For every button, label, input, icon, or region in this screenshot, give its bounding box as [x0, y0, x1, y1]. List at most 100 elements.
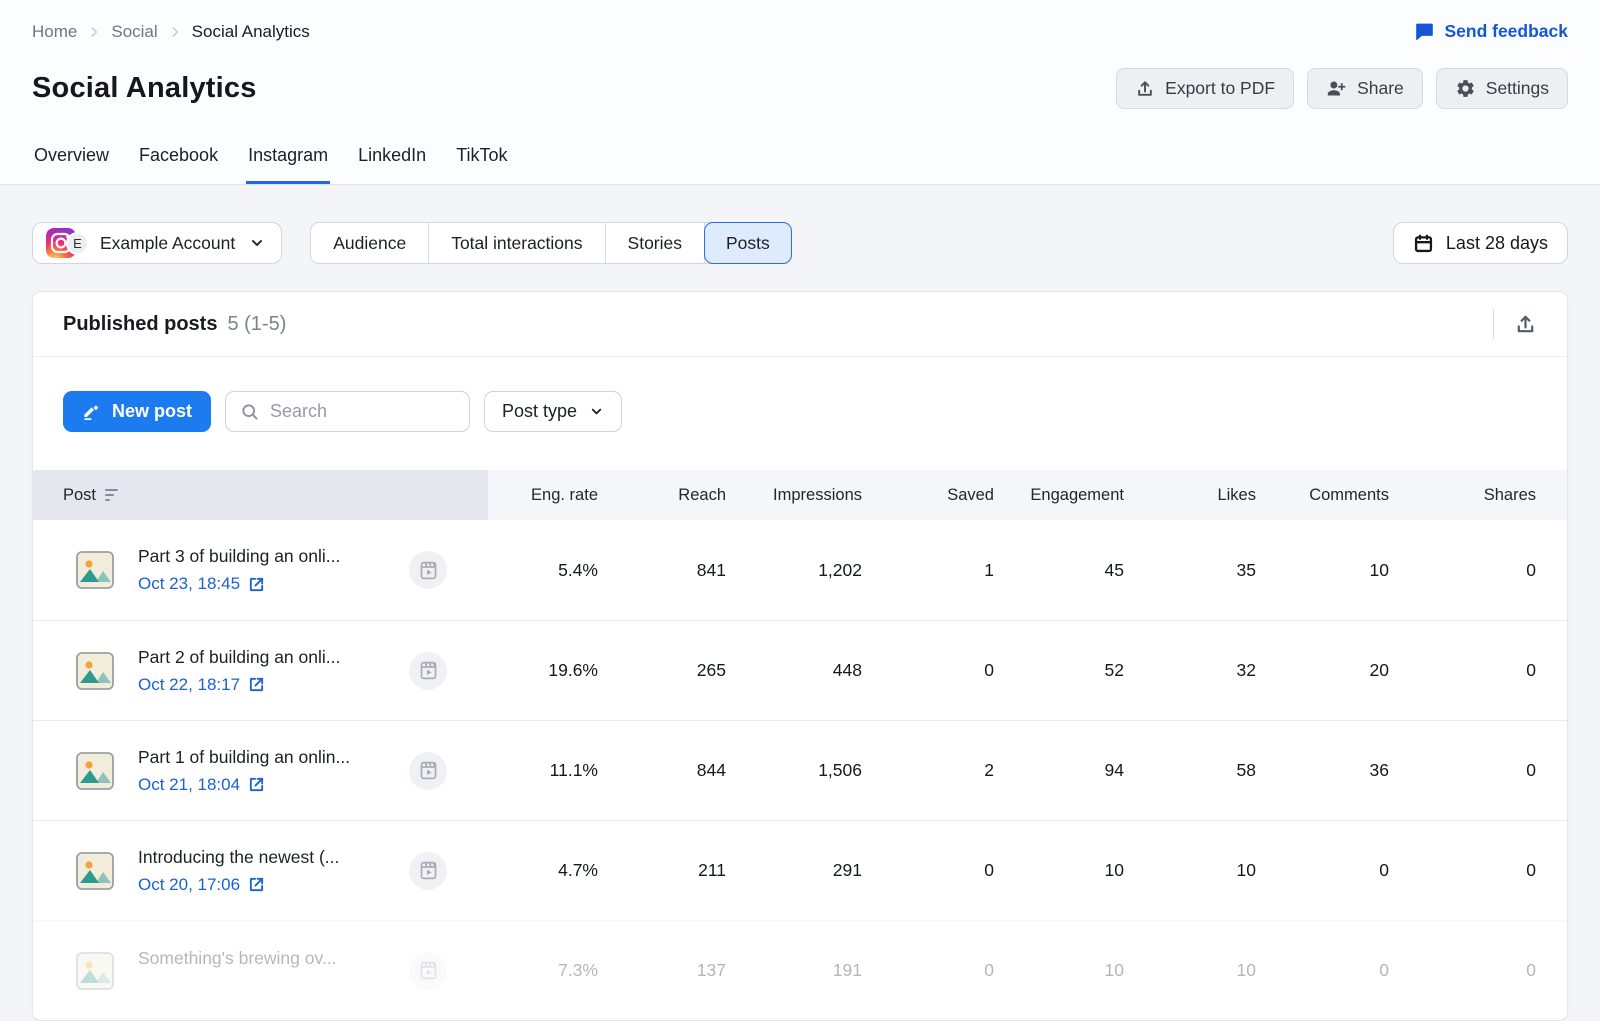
- post-title-link[interactable]: Introducing the newest (...: [138, 847, 339, 867]
- column-header-likes[interactable]: Likes: [1124, 486, 1256, 505]
- post-text-block: Part 3 of building an onli... Oct 23, 18…: [138, 546, 401, 594]
- post-thumbnail-image-icon: [76, 952, 114, 990]
- cell-likes: 10: [1124, 960, 1256, 981]
- table-row[interactable]: Part 3 of building an onli... Oct 23, 18…: [33, 520, 1567, 620]
- posts-table-body: Part 3 of building an onli... Oct 23, 18…: [33, 520, 1567, 1020]
- breadcrumb-current: Social Analytics: [192, 22, 310, 42]
- cell-reach: 265: [598, 660, 726, 681]
- column-header-engagement[interactable]: Engagement: [994, 486, 1124, 505]
- new-post-button[interactable]: New post: [63, 391, 211, 432]
- post-date-link[interactable]: Oct 23, 18:45: [138, 574, 401, 594]
- post-thumbnail-image-icon: [76, 852, 114, 890]
- post-type-dropdown[interactable]: Post type: [484, 391, 622, 432]
- column-header-comments[interactable]: Comments: [1256, 486, 1389, 505]
- segment-stories[interactable]: Stories: [606, 223, 705, 263]
- reel-type-icon: [409, 852, 447, 890]
- table-row[interactable]: Something's brewing ov... 7.3% 137 191 0…: [33, 920, 1567, 1020]
- table-row[interactable]: Introducing the newest (... Oct 20, 17:0…: [33, 820, 1567, 920]
- cell-saved: 1: [862, 560, 994, 581]
- cell-likes: 58: [1124, 760, 1256, 781]
- external-link-icon: [248, 576, 265, 593]
- post-date-label: Oct 22, 18:17: [138, 675, 240, 695]
- card-count: 5 (1-5): [227, 313, 286, 336]
- share-label: Share: [1357, 78, 1404, 99]
- share-button[interactable]: Share: [1307, 68, 1423, 109]
- post-date-label: Oct 23, 18:45: [138, 574, 240, 594]
- external-link-icon: [248, 776, 265, 793]
- reel-type-icon: [409, 752, 447, 790]
- search-icon: [240, 402, 259, 421]
- post-title-link[interactable]: Part 2 of building an onli...: [138, 647, 340, 667]
- tab-facebook[interactable]: Facebook: [137, 145, 220, 184]
- column-header-saved[interactable]: Saved: [862, 486, 994, 505]
- post-thumbnail-image-icon: [76, 551, 114, 589]
- account-avatar-badge: E: [66, 232, 89, 255]
- cell-engagement: 45: [994, 560, 1124, 581]
- sort-descending-icon: [105, 489, 118, 502]
- segment-audience[interactable]: Audience: [311, 223, 429, 263]
- post-title-link[interactable]: Part 3 of building an onli...: [138, 546, 340, 566]
- date-range-label: Last 28 days: [1446, 233, 1548, 254]
- table-row[interactable]: Part 1 of building an onlin... Oct 21, 1…: [33, 720, 1567, 820]
- segment-total-interactions[interactable]: Total interactions: [429, 223, 605, 263]
- settings-button[interactable]: Settings: [1436, 68, 1568, 109]
- account-selector[interactable]: E Example Account: [32, 222, 282, 264]
- gear-icon: [1455, 78, 1476, 99]
- post-date-link[interactable]: Oct 22, 18:17: [138, 675, 401, 695]
- person-add-icon: [1326, 78, 1347, 99]
- post-text-block: Part 2 of building an onli... Oct 22, 18…: [138, 647, 401, 695]
- column-header-eng-rate[interactable]: Eng. rate: [488, 486, 598, 505]
- post-type-label: Post type: [502, 401, 577, 422]
- reel-type-icon: [409, 652, 447, 690]
- column-header-reach[interactable]: Reach: [598, 486, 726, 505]
- channel-tabs: Overview Facebook Instagram LinkedIn Tik…: [32, 145, 1568, 184]
- cell-shares: 0: [1389, 760, 1567, 781]
- account-name: Example Account: [100, 233, 235, 254]
- cell-eng-rate: 19.6%: [488, 660, 598, 681]
- cell-impressions: 1,202: [726, 560, 862, 581]
- cell-likes: 10: [1124, 860, 1256, 881]
- table-row[interactable]: Part 2 of building an onli... Oct 22, 18…: [33, 620, 1567, 720]
- column-header-shares[interactable]: Shares: [1389, 486, 1567, 505]
- tab-linkedin[interactable]: LinkedIn: [356, 145, 428, 184]
- date-range-button[interactable]: Last 28 days: [1393, 222, 1568, 264]
- cell-saved: 0: [862, 860, 994, 881]
- reel-type-icon: [409, 551, 447, 589]
- tab-tiktok[interactable]: TikTok: [454, 145, 509, 184]
- cell-likes: 32: [1124, 660, 1256, 681]
- breadcrumb-social[interactable]: Social: [111, 22, 157, 42]
- post-date-link[interactable]: Oct 20, 17:06: [138, 875, 401, 895]
- export-to-pdf-button[interactable]: Export to PDF: [1116, 68, 1294, 109]
- export-icon[interactable]: [1514, 313, 1537, 336]
- table-header: Post Eng. rate Reach Impressions Saved E…: [33, 470, 1567, 520]
- cell-saved: 0: [862, 960, 994, 981]
- post-date-label: Oct 21, 18:04: [138, 775, 240, 795]
- tab-instagram[interactable]: Instagram: [246, 145, 330, 184]
- breadcrumb-home[interactable]: Home: [32, 22, 77, 42]
- cell-impressions: 448: [726, 660, 862, 681]
- settings-label: Settings: [1486, 78, 1549, 99]
- search-input[interactable]: [270, 401, 455, 422]
- cell-comments: 20: [1256, 660, 1389, 681]
- controls-row: E Example Account Audience Total interac…: [32, 222, 1568, 264]
- segment-posts[interactable]: Posts: [704, 222, 792, 264]
- cell-reach: 137: [598, 960, 726, 981]
- cell-eng-rate: 4.7%: [488, 860, 598, 881]
- chevron-down-icon: [249, 235, 265, 251]
- cell-reach: 841: [598, 560, 726, 581]
- breadcrumb: Home Social Social Analytics: [32, 22, 310, 42]
- post-date-link[interactable]: Oct 21, 18:04: [138, 775, 401, 795]
- post-title-link[interactable]: Something's brewing ov...: [138, 948, 337, 968]
- divider: [1493, 309, 1494, 339]
- column-header-impressions[interactable]: Impressions: [726, 486, 862, 505]
- post-text-block: Introducing the newest (... Oct 20, 17:0…: [138, 847, 401, 895]
- search-box: [225, 391, 470, 432]
- send-feedback-link[interactable]: Send feedback: [1414, 21, 1568, 42]
- cell-comments: 10: [1256, 560, 1389, 581]
- cell-saved: 0: [862, 660, 994, 681]
- tab-overview[interactable]: Overview: [32, 145, 111, 184]
- cell-comments: 0: [1256, 860, 1389, 881]
- post-title-link[interactable]: Part 1 of building an onlin...: [138, 747, 350, 767]
- top-header: Home Social Social Analytics Send feedba…: [0, 0, 1600, 185]
- column-header-post[interactable]: Post: [33, 470, 488, 520]
